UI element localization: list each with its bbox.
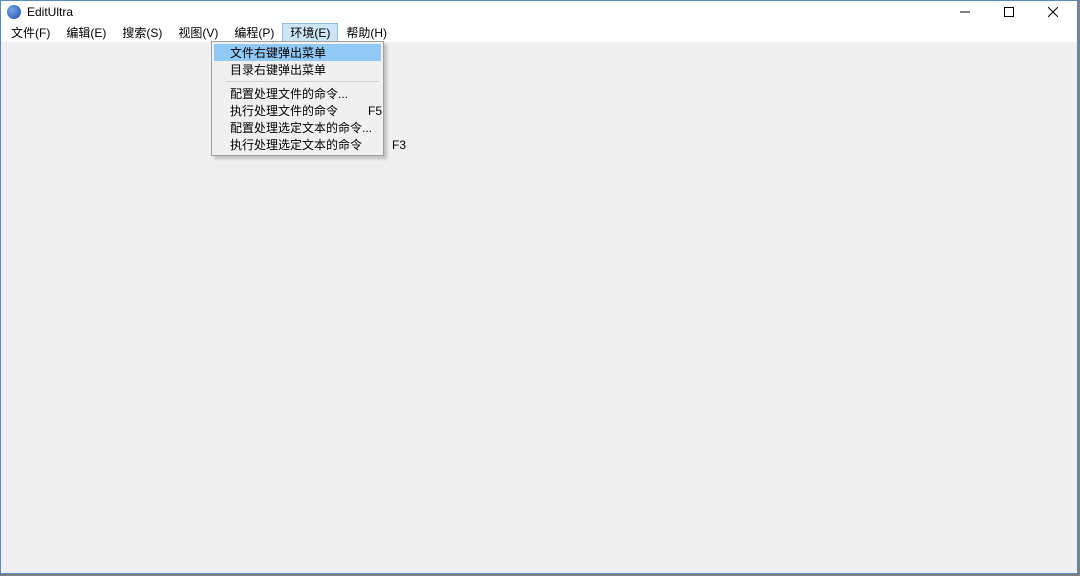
app-icon: [7, 5, 21, 19]
window-title: EditUltra: [27, 5, 943, 19]
menu-search[interactable]: 搜索(S): [114, 23, 170, 42]
menu-item-label: 文件右键弹出菜单: [230, 44, 361, 61]
client-area: 文件右键弹出菜单目录右键弹出菜单配置处理文件的命令...执行处理文件的命令 F5配…: [1, 42, 1077, 573]
menu-view[interactable]: 视图(V): [170, 23, 226, 42]
menu-coding[interactable]: 编程(P): [226, 23, 282, 42]
maximize-button[interactable]: [987, 1, 1031, 23]
titlebar[interactable]: EditUltra: [1, 1, 1077, 23]
menu-item-label: 目录右键弹出菜单: [230, 61, 361, 78]
menu-env[interactable]: 环境(E): [282, 23, 338, 42]
menubar: 文件(F)编辑(E)搜索(S)视图(V)编程(P)环境(E)帮助(H): [1, 23, 1077, 42]
menu-item-dir-rclick-menu[interactable]: 目录右键弹出菜单: [214, 61, 381, 78]
menu-item-label: 配置处理文件的命令...: [230, 85, 361, 102]
menu-item-cfg-file-cmd[interactable]: 配置处理文件的命令...: [214, 85, 381, 102]
minimize-button[interactable]: [943, 1, 987, 23]
window-controls: [943, 1, 1075, 23]
menu-item-accelerator: F3: [392, 138, 406, 152]
menu-item-label: 执行处理文件的命令: [230, 102, 338, 119]
close-button[interactable]: [1031, 1, 1075, 23]
app-window: EditUltra 文件(F)编辑(E)搜索(S)视图(V)编程(P)环境(E)…: [0, 0, 1078, 574]
menu-item-accelerator: F5: [368, 104, 382, 118]
menu-item-run-seltxt-cmd[interactable]: 执行处理选定文本的命令F3: [214, 136, 381, 153]
menu-file[interactable]: 文件(F): [3, 23, 58, 42]
menu-help[interactable]: 帮助(H): [338, 23, 395, 42]
menu-item-label: 配置处理选定文本的命令...: [230, 119, 372, 136]
menu-item-file-rclick-menu[interactable]: 文件右键弹出菜单: [214, 44, 381, 61]
menu-edit[interactable]: 编辑(E): [58, 23, 114, 42]
menu-item-label: 执行处理选定文本的命令: [230, 136, 362, 153]
menu-item-run-file-cmd[interactable]: 执行处理文件的命令 F5: [214, 102, 381, 119]
menu-item-cfg-seltxt-cmd[interactable]: 配置处理选定文本的命令...: [214, 119, 381, 136]
menu-separator: [226, 81, 379, 82]
env-dropdown-menu: 文件右键弹出菜单目录右键弹出菜单配置处理文件的命令...执行处理文件的命令 F5配…: [211, 41, 384, 156]
